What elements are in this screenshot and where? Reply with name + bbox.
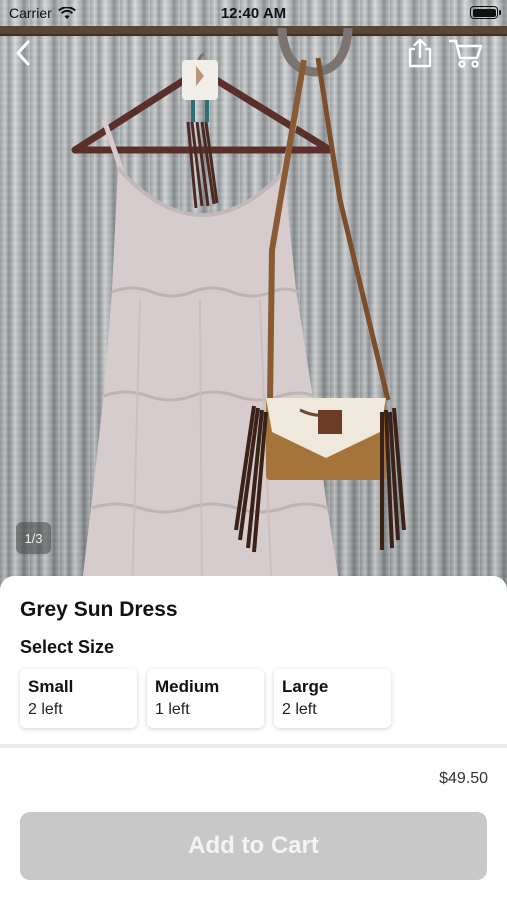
product-price: $49.50 <box>439 770 488 787</box>
size-option-small[interactable]: Small 2 left <box>20 669 137 728</box>
product-title: Grey Sun Dress <box>20 598 178 621</box>
image-counter: 1/3 <box>16 522 51 554</box>
status-bar: Carrier 12:40 AM <box>0 0 507 26</box>
add-to-cart-button[interactable]: Add to Cart <box>20 812 487 880</box>
size-name: Medium <box>155 677 220 696</box>
back-button[interactable] <box>10 36 36 70</box>
size-option-medium[interactable]: Medium 1 left <box>147 669 264 728</box>
dress-and-bag-scene <box>71 27 406 600</box>
product-sheet: Grey Sun Dress Select Size Small 2 left … <box>0 576 507 900</box>
size-options: Small 2 left Medium 1 left Large 2 left <box>20 669 391 728</box>
cart-icon <box>449 39 483 68</box>
divider <box>0 744 507 748</box>
select-size-label: Select Size <box>20 637 115 657</box>
battery-icon <box>470 6 501 19</box>
size-stock: 2 left <box>28 701 63 718</box>
size-stock: 2 left <box>282 701 317 718</box>
chevron-left-icon <box>16 40 30 66</box>
product-photo[interactable]: Carrier 12:40 AM 1/3 <box>0 0 507 600</box>
size-name: Small <box>28 677 74 696</box>
size-option-large[interactable]: Large 2 left <box>274 669 391 728</box>
cart-button[interactable] <box>447 36 485 70</box>
share-icon <box>408 38 432 68</box>
size-name: Large <box>282 677 329 696</box>
status-time: 12:40 AM <box>220 5 287 22</box>
share-button[interactable] <box>405 36 435 70</box>
size-stock: 1 left <box>155 701 190 718</box>
